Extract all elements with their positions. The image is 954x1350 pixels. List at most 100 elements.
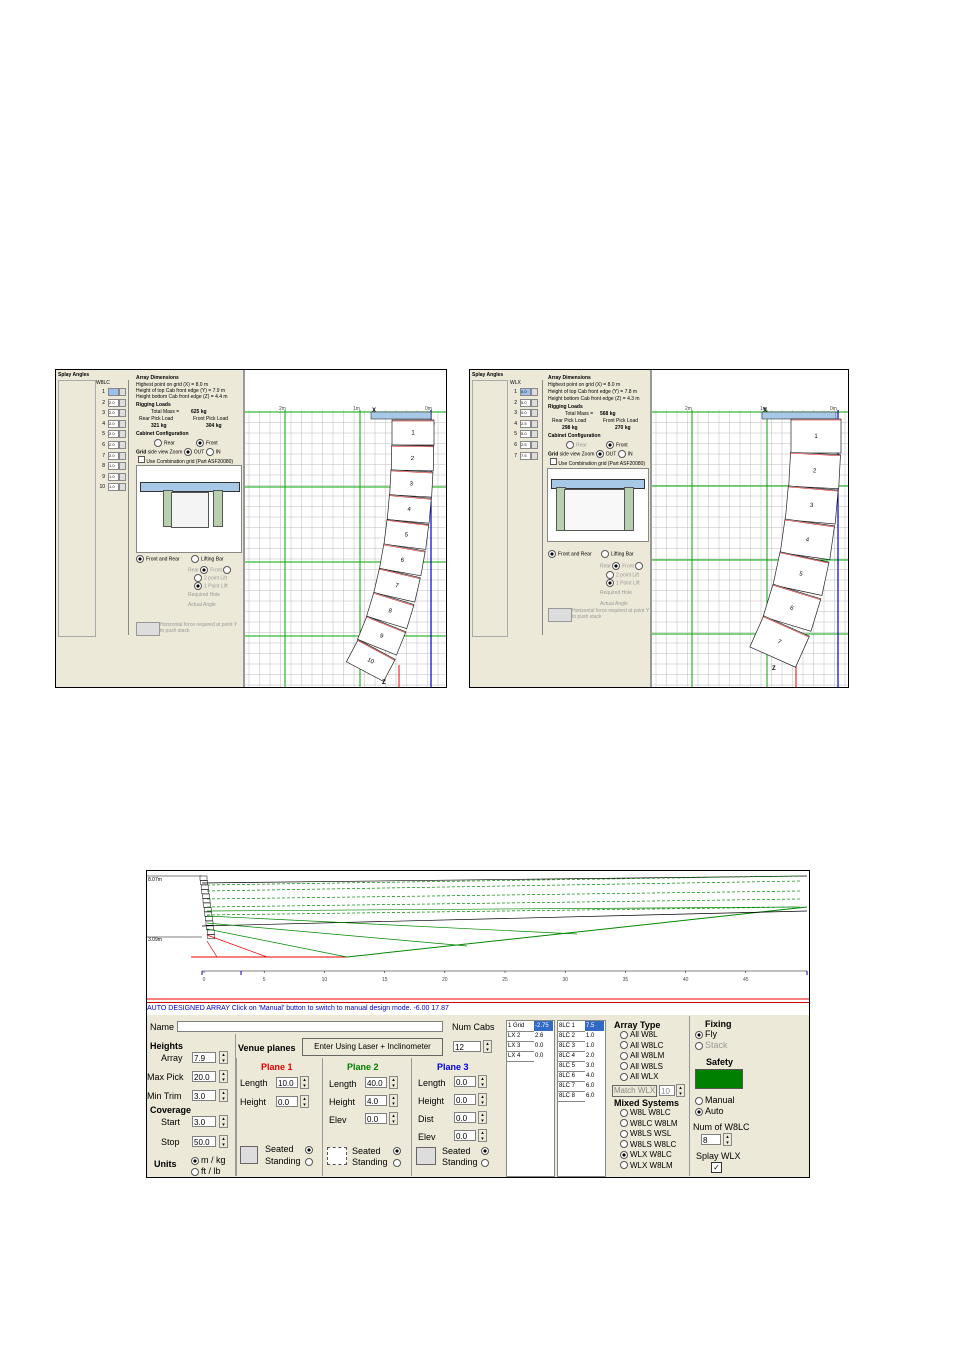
- plane-2-standing-radio[interactable]: [393, 1159, 401, 1167]
- array-height-stepper[interactable]: ▴ ▾: [219, 1051, 228, 1064]
- splay-angle-input[interactable]: 7.5: [520, 451, 531, 460]
- chevron-down-icon[interactable]: [119, 483, 126, 492]
- chevron-down-icon[interactable]: [531, 419, 538, 428]
- radio-option[interactable]: W8LS WSL: [620, 1129, 678, 1140]
- manual-radio[interactable]: Manual: [695, 1095, 735, 1105]
- radio-option[interactable]: W8L W8LC: [620, 1108, 678, 1119]
- plane-2-height-stepper[interactable]: ▴ ▾: [389, 1094, 398, 1107]
- num-w8lc-input[interactable]: 8: [701, 1134, 721, 1145]
- front-radio[interactable]: Front: [606, 441, 628, 449]
- chevron-down-icon[interactable]: [531, 451, 538, 460]
- chevron-down-icon[interactable]: [531, 388, 538, 396]
- plane-3-length-input[interactable]: 0.0: [454, 1076, 476, 1087]
- plane-1-height-input[interactable]: 0.0: [276, 1096, 298, 1107]
- num-w8lc-stepper[interactable]: ▴ ▾: [723, 1133, 732, 1146]
- radio-option[interactable]: WLX W8LM: [620, 1161, 678, 1172]
- name-input[interactable]: [177, 1021, 443, 1032]
- plane-3-seat-icon[interactable]: [416, 1147, 436, 1165]
- enter-laser-button[interactable]: Enter Using Laser + Inclinometer: [302, 1038, 443, 1056]
- chevron-down-icon[interactable]: [531, 430, 538, 439]
- splay-angle-input[interactable]: 2.5: [520, 441, 531, 449]
- plane-3-height-input[interactable]: 0.0: [454, 1094, 476, 1105]
- chevron-down-icon[interactable]: [531, 409, 538, 418]
- table-row[interactable]: 8LC 3 1.0: [558, 1041, 605, 1052]
- lifting-bar-radio[interactable]: Lifting Bar: [191, 555, 224, 563]
- rear-radio[interactable]: Rear: [566, 441, 587, 449]
- splay-angle-input[interactable]: 2.0: [108, 451, 119, 460]
- stop-stepper[interactable]: ▴ ▾: [219, 1135, 228, 1148]
- grid-angle-table[interactable]: 1 Grid -2.75 LX 2 2.6 LX 3 0.0 LX 4 0.0: [506, 1020, 555, 1177]
- splay-angle-input[interactable]: 2.5: [520, 419, 531, 428]
- radio-option[interactable]: W8LS W8LC: [620, 1140, 678, 1151]
- units-ftlb-radio[interactable]: ft / lb: [191, 1166, 221, 1176]
- table-row[interactable]: 8LC 6 4.0: [558, 1071, 605, 1082]
- chevron-down-icon[interactable]: [119, 441, 126, 449]
- table-row[interactable]: 1 Grid -2.75: [507, 1021, 554, 1032]
- table-row[interactable]: LX 2 2.6: [507, 1031, 554, 1042]
- splay-angle-input[interactable]: 5.0: [520, 430, 531, 439]
- plane-3-dist-stepper[interactable]: ▴ ▾: [478, 1111, 487, 1124]
- radio-icon[interactable]: [183, 448, 192, 456]
- radio-option[interactable]: All W8LS: [620, 1062, 664, 1073]
- plane-1-standing-radio[interactable]: [305, 1158, 313, 1166]
- chevron-down-icon[interactable]: [119, 472, 126, 481]
- plane-3-height-stepper[interactable]: ▴ ▾: [478, 1093, 487, 1106]
- start-input[interactable]: 3.0: [192, 1116, 216, 1127]
- radio-option[interactable]: WLX W8LC: [620, 1150, 678, 1161]
- chevron-down-icon[interactable]: [531, 441, 538, 449]
- table-row[interactable]: 8LC 5 3.0: [558, 1061, 605, 1072]
- num-cabs-stepper[interactable]: ▴ ▾: [483, 1040, 492, 1053]
- splay-angle-input[interactable]: 0.0: [520, 388, 531, 396]
- front-and-rear-radio[interactable]: Front and Rear: [136, 555, 180, 563]
- table-row[interactable]: LX 3 0.0: [507, 1041, 554, 1052]
- splay-angle-input[interactable]: 2.0: [108, 441, 119, 449]
- max-pick-input[interactable]: 20.0: [192, 1071, 216, 1082]
- splay-angle-input[interactable]: [108, 388, 119, 396]
- plane-3-seated-radio[interactable]: [481, 1147, 489, 1155]
- radio-option[interactable]: All W8LM: [620, 1051, 664, 1062]
- plane-2-length-input[interactable]: 40.0: [365, 1077, 387, 1088]
- chevron-down-icon[interactable]: [119, 451, 126, 460]
- chevron-down-icon[interactable]: [119, 409, 126, 418]
- lifting-bar-radio[interactable]: Lifting Bar: [601, 550, 634, 558]
- match-wlx-input[interactable]: 10: [659, 1085, 675, 1096]
- plane-1-seated-radio[interactable]: [305, 1146, 313, 1154]
- match-wlx-stepper[interactable]: ▴ ▾: [676, 1084, 685, 1097]
- plane-2-seated-radio[interactable]: [393, 1147, 401, 1155]
- plane-3-standing-radio[interactable]: [481, 1159, 489, 1167]
- table-row[interactable]: LX 4 0.0: [507, 1051, 554, 1062]
- chevron-down-icon[interactable]: [119, 462, 126, 471]
- chevron-down-icon[interactable]: [119, 388, 126, 396]
- combination-grid-checkbox[interactable]: Use Combination grid (Part ASF20080): [138, 456, 233, 465]
- radio-icon[interactable]: [617, 450, 626, 458]
- plane-1-length-input[interactable]: 10.0: [276, 1077, 298, 1088]
- plane-1-length-stepper[interactable]: ▴ ▾: [300, 1076, 309, 1089]
- num-cabs-input[interactable]: 12: [453, 1041, 481, 1052]
- radio-option[interactable]: W8LC W8LM: [620, 1119, 678, 1130]
- radio-icon[interactable]: [595, 450, 604, 458]
- splay-angle-input[interactable]: 2.0: [108, 398, 119, 407]
- max-pick-stepper[interactable]: ▴ ▾: [219, 1070, 228, 1083]
- fly-radio[interactable]: Fly: [695, 1029, 717, 1039]
- match-wlx-button[interactable]: Match WLX: [612, 1085, 657, 1097]
- radio-option[interactable]: All W8L: [620, 1030, 664, 1041]
- radio-option[interactable]: All WLX: [620, 1072, 664, 1083]
- chevron-down-icon[interactable]: [119, 430, 126, 439]
- splay-angle-input[interactable]: 2.0: [108, 409, 119, 418]
- plane-2-elev-input[interactable]: 0.0: [365, 1113, 387, 1124]
- table-row[interactable]: 8LC 1 7.5: [558, 1021, 605, 1032]
- splay-angle-input[interactable]: 2.0: [108, 419, 119, 428]
- plane-2-elev-stepper[interactable]: ▴ ▾: [389, 1112, 398, 1125]
- plane-3-length-stepper[interactable]: ▴ ▾: [478, 1075, 487, 1088]
- start-stepper[interactable]: ▴ ▾: [219, 1115, 228, 1128]
- plane-3-elev-input[interactable]: 0.0: [454, 1130, 476, 1141]
- front-and-rear-radio[interactable]: Front and Rear: [548, 550, 592, 558]
- chevron-down-icon[interactable]: [119, 398, 126, 407]
- min-trim-stepper[interactable]: ▴ ▾: [219, 1089, 228, 1102]
- chevron-down-icon[interactable]: [119, 419, 126, 428]
- splay-angle-input[interactable]: 1.0: [108, 462, 119, 471]
- combination-grid-checkbox[interactable]: Use Combination grid (Part ASF20080): [550, 458, 645, 467]
- stop-input[interactable]: 50.0: [192, 1136, 216, 1147]
- plane-1-height-stepper[interactable]: ▴ ▾: [300, 1095, 309, 1108]
- cabinet-angle-table[interactable]: 8LC 1 7.5 8LC 2 1.0 8LC 3 1.0 8LC 4 2.0 8LC 5 3.0…: [557, 1020, 606, 1177]
